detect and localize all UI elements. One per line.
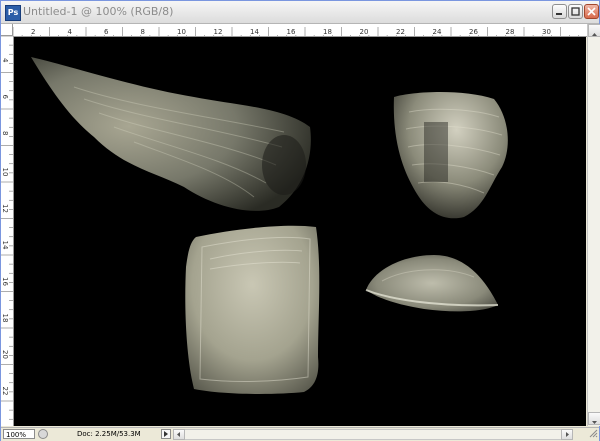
stone-fragment-shell[interactable]: [365, 255, 499, 312]
ruler-label: 18: [1, 314, 9, 323]
ruler-label: 20: [360, 28, 369, 36]
horizontal-ruler[interactable]: 2 4 6 8 10 12 14 16 18 20 22 24 26 28 30: [13, 24, 587, 37]
ruler-label: 22: [1, 387, 9, 396]
ruler-label: 20: [1, 350, 9, 359]
ruler-label: 8: [1, 131, 9, 135]
ruler-label: 4: [68, 28, 73, 36]
ruler-label: 12: [1, 204, 9, 213]
zoom-icon[interactable]: [38, 429, 48, 439]
title-bar[interactable]: Ps Untitled-1 @ 100% (RGB/8): [1, 1, 599, 24]
document-size-info[interactable]: Doc: 2.25M/53.3M: [77, 429, 141, 439]
ruler-label: 22: [396, 28, 405, 36]
ruler-label: 2: [31, 28, 35, 36]
resize-grip-icon[interactable]: [587, 427, 599, 440]
ruler-label: 30: [542, 28, 551, 36]
chevron-up-icon: [592, 33, 597, 36]
ruler-label: 4: [1, 58, 9, 63]
close-button[interactable]: [584, 4, 599, 19]
ruler-label: 8: [141, 28, 145, 36]
ruler-label: 12: [214, 28, 223, 36]
minimize-button[interactable]: [552, 4, 567, 19]
ruler-origin[interactable]: [1, 24, 13, 36]
horizontal-scrollbar[interactable]: [173, 429, 573, 440]
document-canvas[interactable]: [14, 37, 586, 426]
ruler-label: 14: [1, 241, 9, 250]
ruler-label: 26: [469, 28, 478, 36]
close-icon: [587, 7, 596, 16]
photoshop-app-icon[interactable]: Ps: [5, 5, 21, 21]
scroll-left-button[interactable]: [173, 429, 185, 440]
status-menu-button[interactable]: [161, 429, 171, 439]
ruler-label: 6: [1, 95, 9, 100]
vertical-scrollbar[interactable]: [587, 24, 600, 426]
stone-fragment-square[interactable]: [185, 225, 320, 394]
ruler-label: 18: [323, 28, 332, 36]
zoom-level-field[interactable]: 100%: [3, 429, 35, 439]
scroll-up-button[interactable]: [588, 24, 600, 37]
scroll-right-button[interactable]: [561, 429, 573, 440]
vertical-ruler[interactable]: 4 6 8 10 12 14 16 18 20 22: [1, 36, 14, 426]
ruler-label: 24: [433, 28, 442, 36]
ruler-label: 28: [506, 28, 515, 36]
maximize-button[interactable]: [568, 4, 583, 19]
minimize-icon: [556, 13, 562, 15]
ruler-label: 6: [104, 28, 109, 36]
ruler-label: 10: [1, 168, 9, 177]
chevron-right-icon: [164, 431, 168, 437]
document-window: Ps Untitled-1 @ 100% (RGB/8) 2 4 6 8 10 12 14 1…: [0, 0, 600, 441]
horizontal-ruler-ticks: 2 4 6 8 10 12 14 16 18 20 22 24 26 28 30: [13, 27, 580, 36]
chevron-left-icon: [177, 432, 180, 437]
ruler-label: 16: [1, 277, 9, 286]
scroll-down-button[interactable]: [588, 412, 600, 425]
window-title: Untitled-1 @ 100% (RGB/8): [23, 5, 174, 18]
status-bar: 100% Doc: 2.25M/53.3M: [1, 427, 599, 441]
stone-fragment-wedge[interactable]: [31, 57, 311, 211]
ruler-label: 10: [177, 28, 186, 36]
stone-fragment-top-right[interactable]: [393, 92, 508, 219]
vertical-ruler-ticks: 4 6 8 10 12 14 16 18 20 22: [1, 36, 13, 420]
chevron-right-icon: [566, 432, 569, 437]
maximize-icon: [571, 7, 580, 16]
ruler-label: 14: [250, 28, 259, 36]
canvas-artwork: [31, 57, 508, 394]
ruler-label: 16: [287, 28, 296, 36]
